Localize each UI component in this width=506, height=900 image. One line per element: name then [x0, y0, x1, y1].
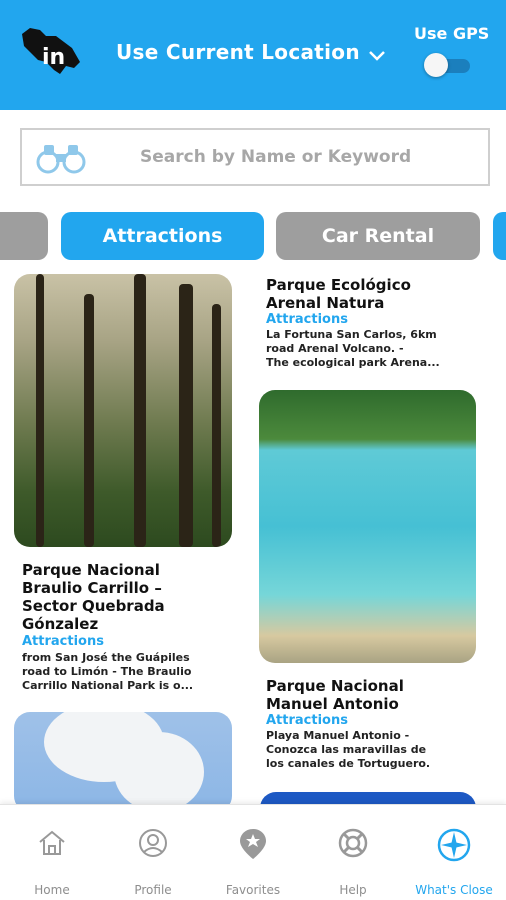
tree-trunk	[84, 294, 94, 547]
card-title: Parque Nacional	[22, 561, 160, 579]
costa-rica-logo-icon[interactable]: in	[16, 22, 86, 82]
card-description: road Arenal Volcano. -	[266, 342, 404, 355]
card-category: Attractions	[266, 312, 348, 327]
card-title: Sector Quebrada	[22, 597, 165, 615]
card-image-braulio-carrillo[interactable]	[14, 274, 232, 547]
card-description: los canales de Tortuguero.	[266, 757, 431, 770]
category-chip-car-rental[interactable]: Car Rental	[276, 212, 480, 260]
nav-favorites[interactable]: Favorites	[203, 805, 303, 900]
card-description: road to Limón - The Braulio	[22, 665, 192, 678]
search-bar[interactable]: Search by Name or Keyword	[20, 128, 490, 186]
card-description: Playa Manuel Antonio -	[266, 729, 410, 742]
card-description: Carrillo National Park is o...	[22, 679, 194, 692]
card-title: Arenal Natura	[266, 294, 385, 312]
nav-label: Home	[34, 883, 70, 897]
card-title: Braulio Carrillo –	[22, 579, 162, 597]
gps-toggle[interactable]	[424, 53, 472, 77]
card-title: Parque Nacional	[266, 677, 404, 695]
tree-trunk	[36, 274, 44, 547]
profile-icon	[139, 829, 167, 857]
cloud-shape	[114, 732, 204, 812]
nav-label: Help	[339, 883, 367, 897]
card-image-volcano[interactable]	[14, 712, 232, 812]
card-description: from San José the Guápiles	[22, 651, 190, 664]
category-chip-previous[interactable]	[0, 212, 48, 260]
nav-home[interactable]: Home	[2, 805, 102, 900]
nav-profile[interactable]: Profile	[103, 805, 203, 900]
card-category: Attractions	[266, 713, 348, 728]
card-title: Gónzalez	[22, 615, 99, 633]
card-image-manuel-antonio[interactable]	[259, 390, 476, 663]
location-selector-label[interactable]: Use Current Location	[116, 40, 360, 64]
card-title: Manuel Antonio	[266, 695, 399, 713]
nav-label: Favorites	[225, 883, 281, 897]
compass-icon	[437, 828, 471, 862]
nav-whats-close[interactable]: What's Close	[404, 805, 504, 900]
card-description: The ecological park Arena...	[266, 356, 440, 369]
nav-help[interactable]: Help	[303, 805, 403, 900]
nav-label: Profile	[134, 883, 172, 897]
card-title: Parque Ecológico	[266, 276, 411, 294]
gps-toggle-label: Use GPS	[414, 24, 490, 43]
nav-label: What's Close	[415, 883, 493, 897]
favorites-icon	[240, 829, 266, 859]
app-header: in Use Current Location Use GPS	[0, 0, 506, 110]
card-category: Attractions	[22, 634, 104, 649]
search-input[interactable]: Search by Name or Keyword	[140, 147, 411, 167]
category-chip-next[interactable]	[493, 212, 506, 260]
toggle-knob	[424, 53, 448, 77]
tree-trunk	[179, 284, 193, 547]
bottom-navigation: Home Profile Favorites Help What's Close	[0, 804, 506, 900]
lifebuoy-icon	[338, 828, 368, 858]
home-icon	[39, 830, 65, 855]
tree-trunk	[212, 304, 221, 547]
category-chip-attractions[interactable]: Attractions	[61, 212, 264, 260]
svg-text:in: in	[42, 45, 65, 70]
tree-trunk	[134, 274, 146, 547]
card-description: La Fortuna San Carlos, 6km	[266, 328, 437, 341]
card-description: Conozca las maravillas de	[266, 743, 427, 756]
binoculars-icon	[36, 145, 86, 174]
chevron-down-icon[interactable]	[366, 44, 388, 66]
